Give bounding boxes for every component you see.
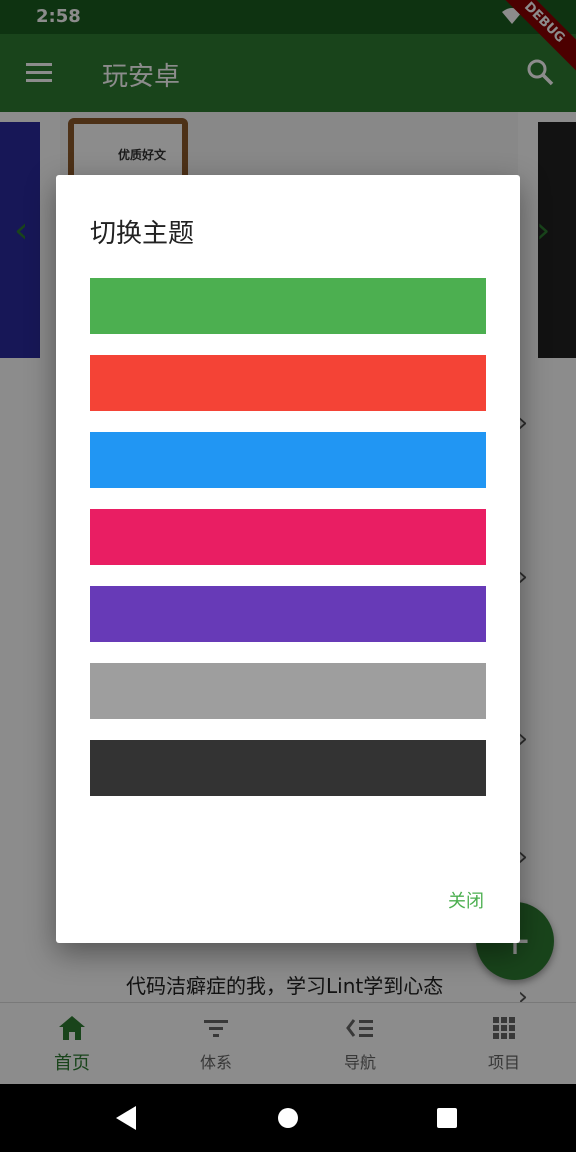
theme-color-option[interactable] <box>90 432 486 488</box>
home-button-icon[interactable] <box>278 1108 298 1128</box>
theme-color-option[interactable] <box>90 355 486 411</box>
back-icon[interactable] <box>116 1106 136 1130</box>
close-button[interactable]: 关闭 <box>448 887 484 913</box>
theme-color-option[interactable] <box>90 663 486 719</box>
system-nav-bar <box>0 1084 576 1152</box>
theme-color-option[interactable] <box>90 586 486 642</box>
theme-dialog: 切换主题 关闭 <box>56 175 520 943</box>
recents-icon[interactable] <box>437 1108 457 1128</box>
theme-color-option[interactable] <box>90 278 486 334</box>
theme-color-option[interactable] <box>90 740 486 796</box>
dialog-title: 切换主题 <box>90 219 195 249</box>
theme-color-option[interactable] <box>90 509 486 565</box>
